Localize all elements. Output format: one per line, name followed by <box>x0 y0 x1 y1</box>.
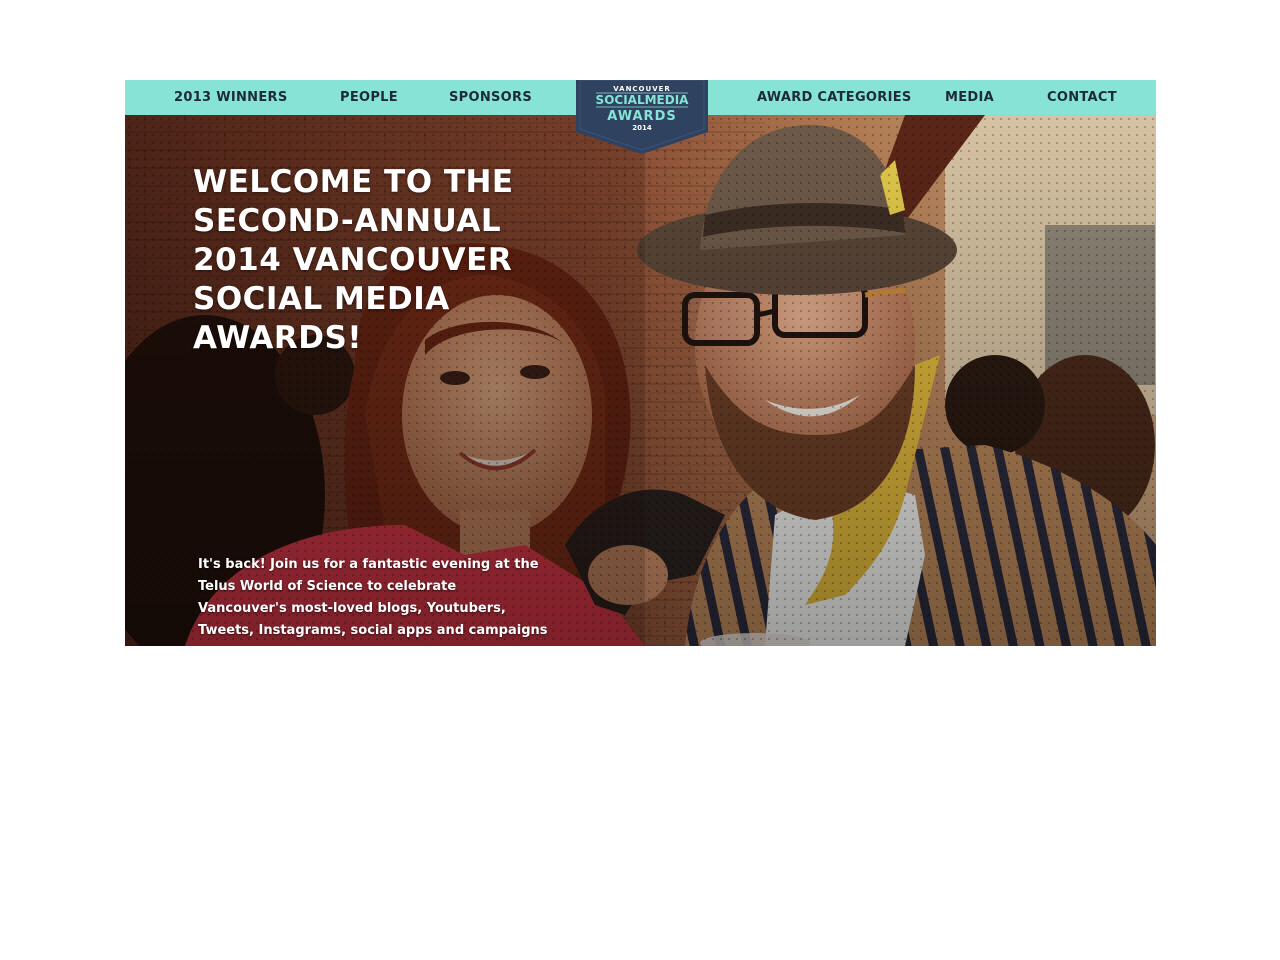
nav-2013-winners[interactable]: 2013 WINNERS <box>174 80 288 115</box>
hero-heading: WELCOME TO THE SECOND-ANNUAL 2014 VANCOU… <box>193 164 514 356</box>
site-logo[interactable]: VANCOUVER SOCIALMEDIA AWARDS 2014 <box>576 80 708 154</box>
logo-text-year: 2014 <box>632 124 652 132</box>
nav-people[interactable]: PEOPLE <box>340 80 398 115</box>
nav-contact[interactable]: CONTACT <box>1047 80 1117 115</box>
hero-section: WELCOME TO THE SECOND-ANNUAL 2014 VANCOU… <box>125 115 1156 646</box>
nav-award-categories[interactable]: AWARD CATEGORIES <box>757 80 912 115</box>
nav-media[interactable]: MEDIA <box>945 80 994 115</box>
logo-badge: VANCOUVER SOCIALMEDIA AWARDS 2014 <box>576 80 708 154</box>
logo-text-social-media: SOCIALMEDIA <box>596 93 690 107</box>
logo-text-vancouver: VANCOUVER <box>613 85 671 93</box>
site-container: 2013 WINNERS PEOPLE SPONSORS AWARD CATEG… <box>125 80 1156 646</box>
hero-intro-text: It's back! Join us for a fantastic eveni… <box>198 557 548 646</box>
logo-text-awards: AWARDS <box>607 109 676 124</box>
nav-sponsors[interactable]: SPONSORS <box>449 80 532 115</box>
